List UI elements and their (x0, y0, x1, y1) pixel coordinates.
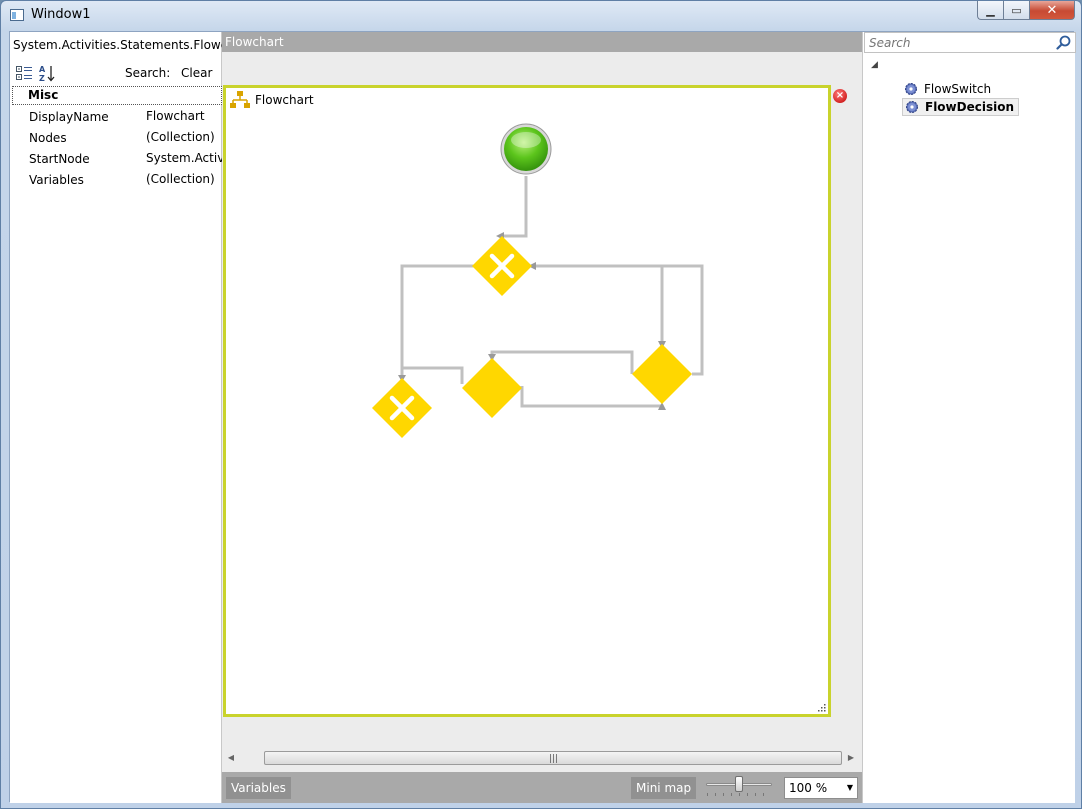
property-row-displayname[interactable]: DisplayName Flowchart (10, 107, 222, 128)
property-row-variables[interactable]: Variables (Collection) (10, 170, 222, 191)
toolbox-item-label: FlowDecision (925, 100, 1015, 114)
flow-decision-node[interactable] (462, 358, 522, 418)
zoom-slider[interactable] (706, 776, 774, 798)
flowchart-canvas[interactable]: Flowchart (223, 85, 831, 717)
property-grid: System.Activities.Statements.Flowchart A… (10, 32, 222, 803)
validation-error-icon[interactable]: × (833, 89, 847, 103)
categorized-view-icon[interactable] (16, 66, 33, 80)
resize-grip-icon[interactable] (818, 704, 826, 712)
toolbox-search[interactable] (864, 32, 1076, 53)
clear-button[interactable]: Clear (181, 66, 212, 80)
scroll-left-arrow-icon[interactable]: ◀ (224, 751, 238, 765)
breadcrumb-item[interactable]: Flowchart (225, 35, 284, 49)
selected-type-name: System.Activities.Statements.Flowchart (13, 38, 222, 52)
gear-icon (905, 83, 917, 95)
flowchart-diagram (372, 123, 704, 438)
zoom-combobox[interactable]: 100 % ▼ (784, 777, 858, 799)
flow-decision-node[interactable] (472, 236, 532, 296)
toolbox-item-label: FlowSwitch (924, 82, 992, 96)
toolbox-item-flowdecision[interactable]: FlowDecision (902, 98, 1020, 116)
zoom-slider-thumb[interactable] (735, 776, 743, 792)
flow-decision-node[interactable] (372, 378, 432, 438)
window-icon (10, 9, 24, 21)
tree-expand-icon[interactable]: ◢ (871, 60, 878, 70)
svg-text:Z: Z (39, 74, 45, 82)
toolbox-search-input[interactable] (869, 35, 1049, 51)
sort-alphabetical-icon[interactable]: A Z (38, 64, 58, 82)
title-bar[interactable]: Window1 ▁ ▭ ✕ (1, 1, 1081, 31)
window-title: Window1 (31, 7, 91, 22)
property-value[interactable]: Flowchart (146, 109, 222, 123)
window-controls: ▁ ▭ ✕ (977, 1, 1075, 21)
property-row-startnode[interactable]: StartNode System.Activities (10, 149, 222, 170)
minimize-icon: ▁ (986, 3, 995, 17)
category-misc[interactable]: Misc (12, 86, 222, 105)
maximize-icon: ▭ (1011, 3, 1022, 17)
svg-text:A: A (39, 65, 46, 74)
property-grid-toolbar: A Z Search: Clear (14, 64, 220, 84)
flow-decision-node[interactable] (632, 344, 692, 404)
search-label: Search: (125, 66, 171, 80)
chevron-down-icon[interactable]: ▼ (847, 778, 853, 798)
breadcrumb[interactable]: Flowchart (222, 32, 862, 52)
scroll-right-arrow-icon[interactable]: ▶ (844, 751, 858, 765)
minimize-button[interactable]: ▁ (977, 1, 1003, 20)
property-value[interactable]: (Collection) (146, 130, 222, 144)
zoom-value: 100 % (789, 781, 828, 795)
property-name: DisplayName (29, 110, 109, 124)
property-value[interactable]: (Collection) (146, 172, 222, 186)
toolbox: ◢ FlowSwitch FlowDecision (862, 32, 1076, 803)
gear-icon (906, 101, 918, 113)
connector-arrows (398, 232, 666, 410)
close-button[interactable]: ✕ (1029, 1, 1075, 20)
property-name: Variables (29, 173, 84, 187)
close-icon: ✕ (1046, 2, 1058, 18)
search-icon[interactable] (1056, 35, 1071, 50)
horizontal-scrollbar[interactable]: ◀ ||| ▶ (224, 749, 858, 769)
property-row-nodes[interactable]: Nodes (Collection) (10, 128, 222, 149)
start-node[interactable] (500, 123, 552, 175)
property-name: Nodes (29, 131, 67, 145)
zoom-slider-ticks (707, 793, 771, 796)
toolbox-item-flowswitch[interactable]: FlowSwitch (902, 80, 995, 98)
scrollbar-thumb[interactable]: ||| (264, 751, 842, 765)
workflow-designer: Flowchart Flowchart × ◀ ||| ▶ Variables … (222, 32, 862, 803)
main-window: Window1 ▁ ▭ ✕ System.Activities.Statemen… (0, 0, 1082, 809)
designer-status-bar: Variables Mini map 100 % ▼ (222, 772, 862, 803)
property-name: StartNode (29, 152, 90, 166)
property-value[interactable]: System.Activities (146, 151, 222, 165)
scrollbar-grip-icon: ||| (549, 754, 559, 764)
minimap-button[interactable]: Mini map (631, 777, 697, 799)
client-area: System.Activities.Statements.Flowchart A… (9, 31, 1076, 803)
maximize-button[interactable]: ▭ (1003, 1, 1029, 20)
variables-button[interactable]: Variables (226, 777, 291, 799)
